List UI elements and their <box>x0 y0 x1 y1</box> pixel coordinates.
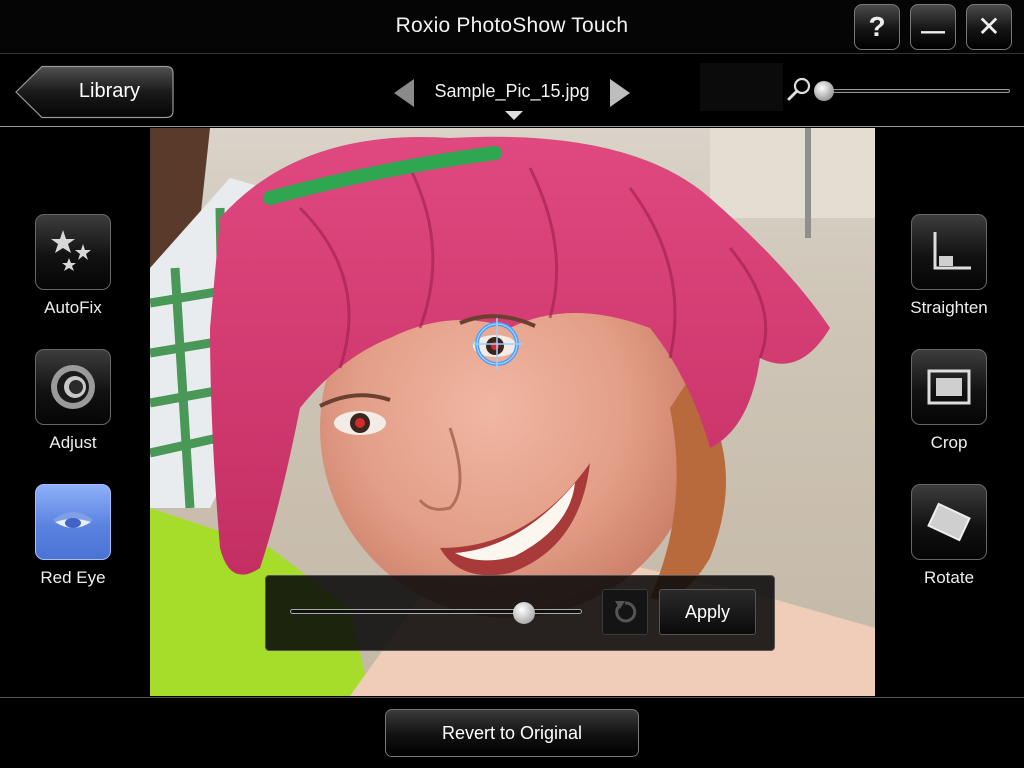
toolbar-blank-area <box>700 63 783 111</box>
undo-button[interactable] <box>602 589 648 635</box>
previous-image-arrow-icon[interactable] <box>392 78 416 108</box>
rotate-icon-box <box>911 484 987 560</box>
next-image-arrow-icon[interactable] <box>608 78 632 108</box>
right-tool-panel: Straighten Crop Rotate <box>875 128 1024 696</box>
filename-label[interactable]: Sample_Pic_15.jpg <box>430 81 594 102</box>
close-button[interactable]: ✕ <box>966 4 1012 50</box>
crop-label: Crop <box>930 433 968 452</box>
filename-dropdown-icon[interactable] <box>505 111 523 120</box>
undo-icon <box>615 601 637 623</box>
autofix-tool-button[interactable]: AutoFix <box>13 214 133 318</box>
library-button[interactable]: Library <box>14 65 175 119</box>
rotate-tool-button[interactable]: Rotate <box>889 484 1009 588</box>
autofix-label: AutoFix <box>44 298 102 317</box>
bottom-bar: Revert to Original <box>0 697 1024 768</box>
zoom-slider-track[interactable] <box>820 89 1010 93</box>
straighten-icon <box>933 232 971 270</box>
title-bar: Roxio PhotoShow Touch ? — ✕ <box>0 0 1024 54</box>
red-eye-strength-slider-handle[interactable] <box>512 602 535 624</box>
toolbar: Library Sample_Pic_15.jpg <box>0 55 1024 127</box>
red-eye-strength-slider-track[interactable] <box>290 609 582 614</box>
help-icon: ? <box>868 11 886 42</box>
straighten-icon-box <box>911 214 987 290</box>
straighten-label: Straighten <box>910 298 988 317</box>
revert-to-original-button[interactable]: Revert to Original <box>385 709 639 757</box>
apply-button[interactable]: Apply <box>659 589 756 635</box>
eye-icon <box>53 512 93 528</box>
red-eye-label: Red Eye <box>40 568 106 587</box>
zoom-slider-handle[interactable] <box>813 81 834 101</box>
red-eye-icon-box <box>35 484 111 560</box>
stars-icon <box>51 230 91 271</box>
adjust-icon-box <box>35 349 111 425</box>
close-icon: ✕ <box>977 11 1001 42</box>
red-eye-tool-button[interactable]: Red Eye <box>13 484 133 588</box>
zoom-magnifier-icon <box>787 77 811 101</box>
help-button[interactable]: ? <box>854 4 900 50</box>
left-tool-panel: AutoFix Adjust Red Eye <box>0 128 150 696</box>
rotate-label: Rotate <box>923 568 975 587</box>
straighten-tool-button[interactable]: Straighten <box>889 214 1009 318</box>
minimize-icon: — <box>921 18 945 45</box>
crop-tool-button[interactable]: Crop <box>889 349 1009 453</box>
red-eye-control-panel: Apply <box>265 575 775 651</box>
crop-icon <box>927 369 971 405</box>
adjust-ring-icon <box>51 365 95 409</box>
adjust-label: Adjust <box>49 433 97 452</box>
library-label: Library <box>78 80 141 102</box>
rotate-icon <box>927 502 971 542</box>
minimize-button[interactable]: — <box>910 4 956 50</box>
autofix-icon-box <box>35 214 111 290</box>
crop-icon-box <box>911 349 987 425</box>
adjust-tool-button[interactable]: Adjust <box>13 349 133 453</box>
